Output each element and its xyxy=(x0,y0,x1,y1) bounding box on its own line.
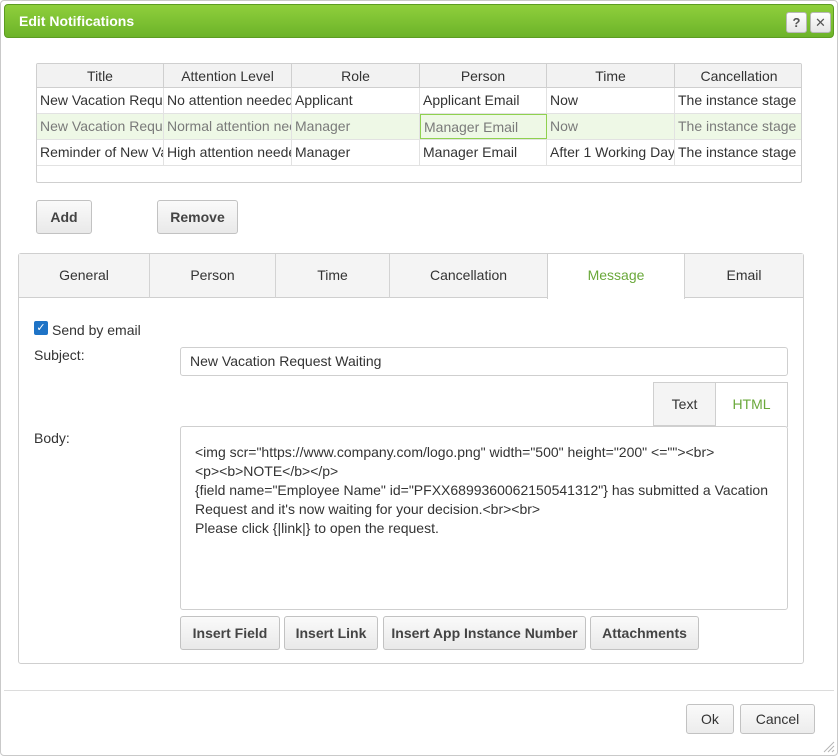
notifications-grid: Title Attention Level Role Person Time C… xyxy=(36,63,802,183)
cell-person: Applicant Email xyxy=(420,88,547,113)
cell-role: Manager xyxy=(292,114,420,139)
cell-cancellation: The instance stage has xyxy=(678,144,801,160)
tab-email[interactable]: Email xyxy=(685,254,803,298)
tab-person[interactable]: Person xyxy=(150,254,276,298)
tab-message[interactable]: Message xyxy=(547,254,685,299)
body-line: Please click {|link|} to open the reques… xyxy=(195,520,439,536)
insert-link-button[interactable]: Insert Link xyxy=(284,616,378,650)
dialog-title: Edit Notifications xyxy=(19,13,135,29)
ok-button[interactable]: Ok xyxy=(686,704,734,734)
column-header-attention-level[interactable]: Attention Level xyxy=(164,64,292,87)
format-tab-html[interactable]: HTML xyxy=(715,382,788,427)
table-row[interactable]: Reminder of New Vacation High attention … xyxy=(37,140,801,166)
grid-header: Title Attention Level Role Person Time C… xyxy=(37,64,801,88)
send-by-email-checkbox[interactable]: ✓ xyxy=(34,321,48,335)
cell-cancellation: The instance stage has xyxy=(678,118,801,134)
column-header-time[interactable]: Time xyxy=(547,64,675,87)
body-line: {field name="Employee Name" id="PFXX6899… xyxy=(195,482,769,498)
column-header-person[interactable]: Person xyxy=(420,64,547,87)
tab-general[interactable]: General xyxy=(19,254,150,298)
cell-role: Applicant xyxy=(292,88,420,113)
cell-title: New Vacation Request xyxy=(37,114,164,139)
body-label: Body: xyxy=(34,430,70,446)
body-editor[interactable]: <img scr="https://www.company.com/logo.p… xyxy=(180,426,788,610)
subject-label: Subject: xyxy=(34,347,85,363)
cell-title: New Vacation Request xyxy=(37,88,164,113)
remove-button[interactable]: Remove xyxy=(157,200,238,234)
body-line: <img scr="https://www.company.com/logo.p… xyxy=(195,444,715,460)
cell-attention-level: Normal attention needed xyxy=(164,114,292,139)
cell-time: After 1 Working Days xyxy=(547,140,675,165)
table-row-selected[interactable]: New Vacation Request Normal attention ne… xyxy=(37,114,801,140)
dialog-titlebar[interactable]: Edit Notifications ? ✕ xyxy=(4,4,834,38)
edit-notifications-dialog: Edit Notifications ? ✕ Title Attention L… xyxy=(0,0,838,756)
cell-time: Now xyxy=(547,114,675,139)
table-row[interactable]: New Vacation Request No attention needed… xyxy=(37,88,801,114)
close-icon[interactable]: ✕ xyxy=(810,12,831,33)
body-line: Request and it's now waiting for your de… xyxy=(195,501,541,517)
footer-divider xyxy=(4,690,834,691)
insert-field-button[interactable]: Insert Field xyxy=(180,616,280,650)
insert-app-instance-number-button[interactable]: Insert App Instance Number xyxy=(383,616,586,650)
cell-cancellation: The instance stage has xyxy=(678,92,801,108)
send-by-email-label: Send by email xyxy=(52,322,141,338)
cell-person: Manager Email xyxy=(420,140,547,165)
help-button[interactable]: ? xyxy=(786,12,807,33)
tab-time[interactable]: Time xyxy=(276,254,390,298)
tab-cancellation[interactable]: Cancellation xyxy=(390,254,548,298)
add-button[interactable]: Add xyxy=(36,200,92,234)
cell-title: Reminder of New Vacation xyxy=(37,140,164,165)
cancel-button[interactable]: Cancel xyxy=(740,704,815,734)
cell-attention-level: High attention needed xyxy=(164,140,292,165)
cell-person: Manager Email xyxy=(420,114,547,139)
column-header-cancellation[interactable]: Cancellation xyxy=(675,64,801,87)
column-header-title[interactable]: Title xyxy=(37,64,164,87)
cell-role: Manager xyxy=(292,140,420,165)
body-line: <p><b>NOTE</b></p> xyxy=(195,463,339,479)
attachments-button[interactable]: Attachments xyxy=(590,616,699,650)
cell-time: Now xyxy=(547,88,675,113)
cell-attention-level: No attention needed xyxy=(164,88,292,113)
column-header-role[interactable]: Role xyxy=(292,64,420,87)
format-tab-text[interactable]: Text xyxy=(653,382,716,426)
tab-bar: General Person Time Cancellation Message… xyxy=(19,254,803,299)
resize-grip-icon[interactable] xyxy=(821,739,835,753)
subject-input[interactable]: New Vacation Request Waiting xyxy=(180,347,788,376)
